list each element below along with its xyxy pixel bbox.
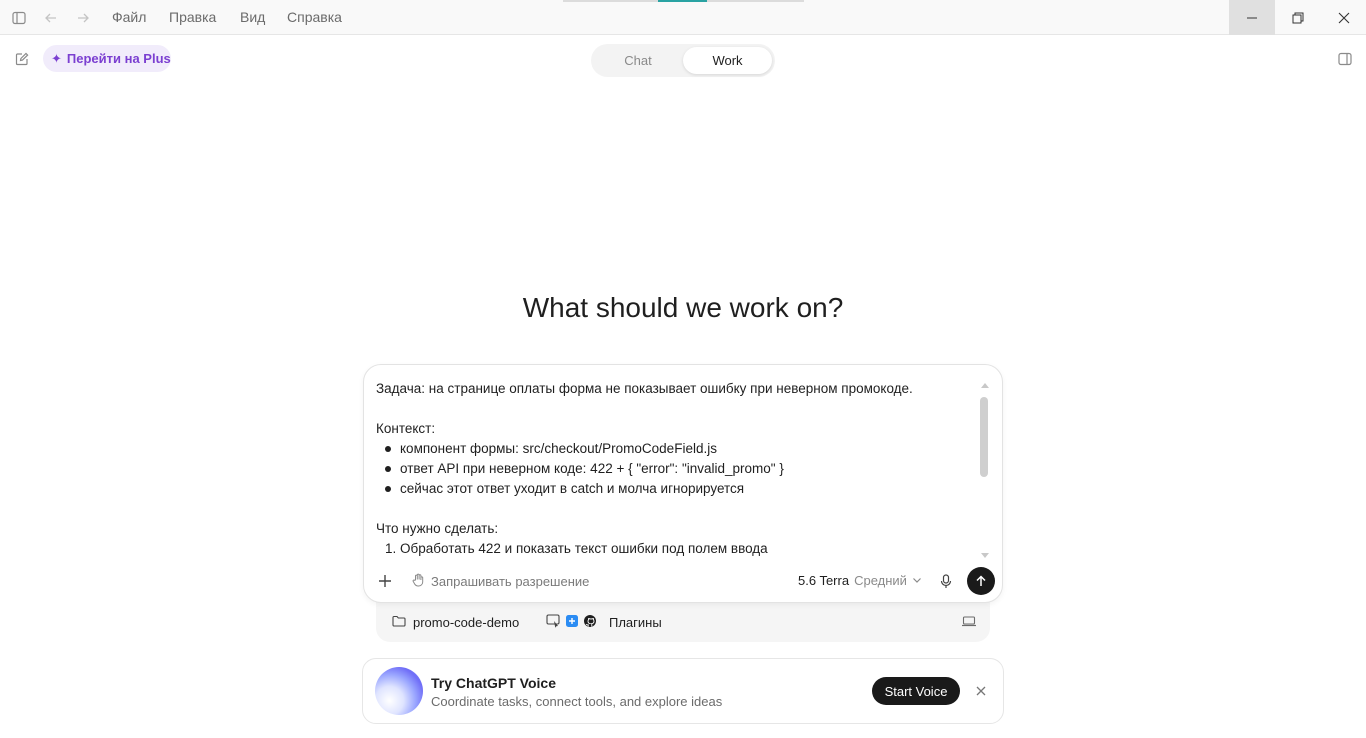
start-voice-button[interactable]: Start Voice — [872, 677, 960, 705]
upgrade-plus-label: Перейти на Plus — [66, 51, 171, 66]
microphone-icon[interactable] — [936, 571, 956, 591]
project-folder-selector[interactable]: promo-code-demo — [392, 615, 519, 630]
screen-cursor-icon — [546, 614, 561, 631]
laptop-icon[interactable] — [961, 614, 979, 630]
sparkle-icon: ✦ — [51, 50, 62, 66]
tab-chat[interactable]: Chat — [594, 47, 682, 74]
title-bar: Файл Правка Вид Справка — [0, 0, 1366, 35]
prompt-task-line: Задача: на странице оплаты форма не пока… — [376, 381, 913, 396]
back-arrow-icon[interactable] — [41, 8, 61, 28]
prompt-bullet-item: компонент формы: src/checkout/PromoCodeF… — [376, 439, 976, 459]
menu-help[interactable]: Справка — [287, 9, 342, 25]
scroll-up-arrow-icon[interactable] — [981, 383, 989, 388]
model-name: 5.6 Terra — [798, 573, 850, 588]
prompt-scrollbar[interactable] — [979, 383, 989, 558]
forward-arrow-icon[interactable] — [73, 8, 93, 28]
sidebar-toggle-icon[interactable] — [9, 8, 29, 28]
prompt-textarea[interactable]: Задача: на странице оплаты форма не пока… — [376, 379, 976, 557]
chevron-down-icon — [912, 573, 922, 588]
page-heading: What should we work on? — [522, 292, 844, 323]
mode-switch: Chat Work — [591, 44, 775, 77]
composer-toolbar: Запрашивать разрешение 5.6 Terra Средний — [364, 567, 1002, 598]
plugins-label: Плагины — [609, 615, 662, 630]
prompt-bullet-item: сейчас этот ответ уходит в catch и молча… — [376, 479, 976, 499]
prompt-bullet-item: ответ API при неверном коде: 422 + { "er… — [376, 459, 976, 479]
permission-selector[interactable]: Запрашивать разрешение — [412, 573, 589, 590]
tab-work[interactable]: Work — [683, 47, 772, 74]
loading-line-active — [658, 0, 707, 2]
blue-app-icon — [565, 614, 579, 631]
loading-line-left — [563, 0, 658, 2]
scroll-down-arrow-icon[interactable] — [981, 553, 989, 558]
scroll-thumb[interactable] — [980, 397, 988, 477]
voice-promo-card: Try ChatGPT Voice Coordinate tasks, conn… — [362, 658, 1004, 724]
model-effort: Средний — [854, 573, 907, 588]
menu-view[interactable]: Вид — [240, 9, 265, 25]
side-panel-icon[interactable] — [1335, 49, 1355, 69]
permission-label: Запрашивать разрешение — [431, 574, 590, 589]
github-icon — [583, 614, 597, 631]
voice-card-subtitle: Coordinate tasks, connect tools, and exp… — [431, 694, 723, 709]
menu-edit[interactable]: Правка — [169, 9, 216, 25]
folder-icon — [392, 615, 406, 630]
hand-icon — [412, 573, 425, 590]
arrow-up-icon — [976, 575, 986, 586]
prompt-context-label: Контекст: — [376, 421, 436, 436]
prompt-todo-label: Что нужно сделать: — [376, 521, 499, 536]
project-bar: promo-code-demo Плагины — [376, 602, 990, 642]
close-icon[interactable] — [973, 683, 989, 699]
model-selector[interactable]: 5.6 Terra Средний — [798, 573, 922, 588]
add-attachment-button[interactable] — [374, 570, 396, 592]
project-folder-name: promo-code-demo — [413, 615, 520, 630]
restore-button[interactable] — [1275, 0, 1321, 35]
voice-orb-image — [375, 667, 423, 715]
minimize-button[interactable] — [1229, 0, 1275, 35]
prompt-step-item: 1. Обработать 422 и показать текст ошибки… — [385, 541, 768, 556]
upgrade-plus-button[interactable]: ✦ Перейти на Plus — [43, 45, 171, 72]
plugins-selector[interactable]: Плагины — [546, 614, 662, 631]
send-button[interactable] — [967, 567, 995, 595]
composer: Задача: на странице оплаты форма не пока… — [363, 364, 1003, 603]
loading-line-right — [707, 0, 804, 2]
voice-card-title: Try ChatGPT Voice — [431, 675, 556, 691]
close-window-button[interactable] — [1321, 0, 1366, 35]
new-chat-edit-icon[interactable] — [12, 49, 32, 69]
menu-file[interactable]: Файл — [112, 9, 146, 25]
